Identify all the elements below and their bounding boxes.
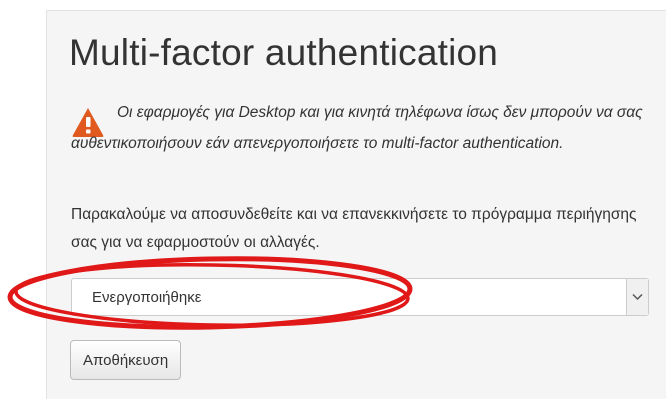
save-button[interactable]: Αποθήκευση: [70, 340, 182, 380]
mfa-status-selected-value: Ενεργοποιήθηκε: [92, 289, 202, 306]
page-title: Multi-factor authentication: [69, 32, 499, 73]
warning-message: Οι εφαρμογές για Desktop και για κινητά …: [71, 104, 643, 152]
mfa-status-select[interactable]: Ενεργοποιήθηκε: [71, 278, 649, 316]
select-dropdown-button[interactable]: [626, 279, 648, 315]
chevron-down-icon: [632, 293, 643, 301]
restart-instruction: Παρακαλούμε να αποσυνδεθείτε και να επαν…: [71, 206, 637, 251]
